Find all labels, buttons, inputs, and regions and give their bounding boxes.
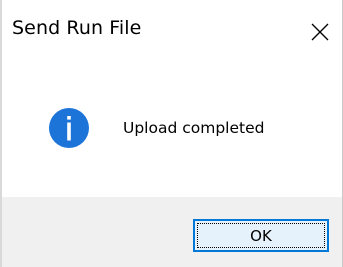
close-icon [311, 23, 329, 41]
ok-button[interactable]: OK [193, 219, 329, 252]
close-button[interactable] [300, 12, 340, 52]
dialog-content: Upload completed [2, 64, 342, 197]
title-bar[interactable]: Send Run File [2, 0, 342, 64]
ok-button-label: OK [250, 226, 272, 245]
info-icon [48, 107, 90, 149]
button-area: OK [2, 197, 342, 267]
window-title: Send Run File [12, 17, 142, 39]
message-dialog: Send Run File Upload completed OK [2, 0, 343, 267]
message-text: Upload completed [123, 119, 265, 137]
